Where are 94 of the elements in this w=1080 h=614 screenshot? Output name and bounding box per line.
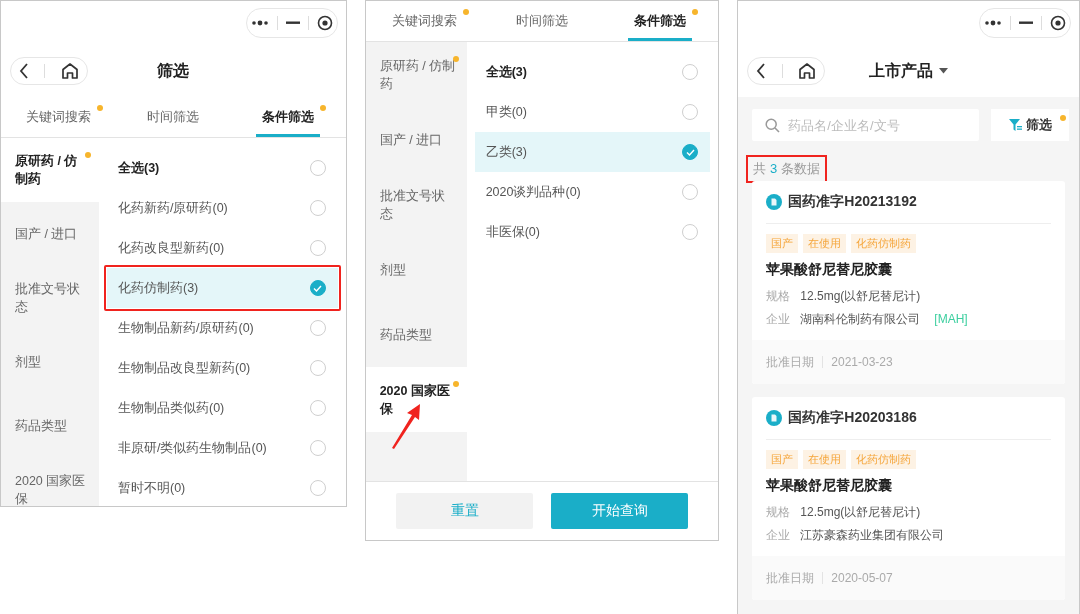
category-item[interactable]: 药品类型 (1, 394, 99, 458)
more-icon[interactable] (250, 20, 269, 26)
filter-tab[interactable]: 关键词搜索 (385, 1, 463, 41)
mah-label: [MAH] (934, 311, 968, 328)
option-label: 非医保(0) (485, 223, 540, 241)
search-field[interactable]: 药品名/企业名/文号 (752, 109, 979, 141)
option-label: 全选(3) (118, 159, 160, 177)
document-icon (766, 410, 783, 426)
spec-value: 江苏豪森药业集团有限公司 (800, 527, 945, 544)
search-icon (765, 118, 781, 133)
tag: 国产 (766, 234, 799, 253)
minimize-icon[interactable] (285, 21, 300, 25)
approval-date: 2021-03-23 (831, 355, 893, 369)
drug-name: 苹果酸舒尼替尼胶囊 (765, 260, 894, 279)
option-label: 乙类(3) (485, 143, 527, 161)
tag: 在使用 (803, 234, 847, 253)
category-item[interactable]: 国产 / 进口 (1, 202, 99, 266)
radio-button[interactable] (682, 144, 699, 160)
date-label: 批准日期 (766, 353, 815, 371)
spec-label: 规格 (766, 288, 791, 305)
option-label: 生物制品新药/原研药(0) (118, 319, 254, 337)
option-row[interactable]: 全选(3) (474, 52, 711, 92)
page-title: 筛选 (157, 60, 190, 81)
filter-button[interactable]: 筛选 (991, 109, 1069, 141)
option-row[interactable]: 化药仿制药(3) (107, 268, 338, 308)
option-row[interactable]: 化药新药/原研药(0) (107, 188, 338, 228)
dropdown-caret-icon[interactable] (939, 68, 949, 74)
minimize-icon[interactable] (1019, 21, 1033, 25)
product-card[interactable]: 国药准字H20203186 国产 在使用 化药仿制药 苹果酸舒尼替尼胶囊 规格 12.5mg(以舒尼替尼计) 企业 江苏豪森药业集团有限公司 批准日期 2020-05-07 (752, 397, 1065, 600)
option-label: 化药仿制药(3) (118, 279, 199, 297)
category-item[interactable]: 原研药 / 仿制药 (365, 42, 467, 107)
filter-icon (1008, 118, 1022, 132)
spec-value: 12.5mg(以舒尼替尼计) (800, 504, 921, 521)
page-title: 上市产品 (869, 60, 934, 81)
drug-name: 苹果酸舒尼替尼胶囊 (765, 476, 894, 495)
back-icon[interactable] (18, 63, 29, 79)
tag: 国产 (766, 450, 799, 469)
category-item[interactable]: 2020 国家医保 (365, 367, 467, 432)
option-row[interactable]: 化药改良型新药(0) (107, 228, 338, 268)
option-row[interactable]: 生物制品改良型新药(0) (107, 348, 338, 388)
option-label: 生物制品类似药(0) (118, 399, 225, 417)
more-icon[interactable] (984, 20, 1002, 26)
option-label: 全选(3) (485, 63, 527, 81)
tag: 在使用 (803, 450, 847, 469)
approval-number: 国药准字H20203186 (788, 409, 917, 427)
category-item[interactable]: 批准文号状态 (365, 172, 467, 237)
option-label: 化药改良型新药(0) (118, 239, 225, 257)
close-icon[interactable] (1050, 15, 1066, 31)
spec-value: 湖南科伦制药有限公司 (800, 311, 921, 328)
option-label: 非原研/类似药生物制品(0) (118, 439, 267, 457)
spec-label: 企业 (766, 527, 791, 544)
option-row[interactable]: 暂时不明(0) (107, 468, 338, 506)
option-row[interactable]: 甲类(0) (474, 92, 711, 132)
option-label: 甲类(0) (485, 103, 527, 121)
filter-tab[interactable]: 条件筛选 (256, 97, 321, 137)
tag: 化药仿制药 (851, 450, 917, 469)
option-row[interactable]: 生物制品类似药(0) (107, 388, 338, 428)
category-item[interactable]: 2020 国家医保 (1, 458, 99, 506)
document-icon (766, 194, 783, 210)
product-card[interactable]: 国药准字H20213192 国产 在使用 化药仿制药 苹果酸舒尼替尼胶囊 规格 12.5mg(以舒尼替尼计) 企业 湖南科伦制药有限公司 [MAH] 批准日期 2021-03-23 (752, 181, 1065, 384)
option-row[interactable]: 非医保(0) (474, 212, 711, 252)
filter-tab[interactable]: 时间筛选 (510, 1, 574, 41)
check-icon (313, 284, 323, 292)
filter-tab[interactable]: 时间筛选 (141, 97, 206, 137)
option-row[interactable]: 乙类(3) (474, 132, 711, 172)
option-label: 暂时不明(0) (118, 479, 186, 497)
category-item[interactable]: 药品类型 (365, 302, 467, 367)
radio-button[interactable] (309, 280, 326, 296)
tag: 化药仿制药 (851, 234, 917, 253)
approval-date: 2020-05-07 (831, 571, 893, 585)
option-label: 生物制品改良型新药(0) (118, 359, 251, 377)
option-row[interactable]: 生物制品新药/原研药(0) (107, 308, 338, 348)
option-row[interactable]: 非原研/类似药生物制品(0) (107, 428, 338, 468)
close-icon[interactable] (316, 15, 333, 31)
category-item[interactable]: 剂型 (1, 330, 99, 394)
filter-tab[interactable]: 条件筛选 (627, 1, 692, 41)
home-icon[interactable] (61, 62, 80, 80)
back-icon[interactable] (756, 63, 767, 79)
spec-label: 规格 (766, 504, 791, 521)
spec-value: 12.5mg(以舒尼替尼计) (800, 288, 921, 305)
date-label: 批准日期 (766, 569, 815, 587)
spec-label: 企业 (766, 311, 791, 328)
category-item[interactable]: 剂型 (365, 237, 467, 302)
option-row[interactable]: 2020谈判品种(0) (474, 172, 711, 212)
option-label: 化药新药/原研药(0) (118, 199, 228, 217)
home-icon[interactable] (798, 62, 817, 80)
option-label: 2020谈判品种(0) (485, 183, 581, 201)
category-item[interactable]: 国产 / 进口 (365, 107, 467, 172)
category-item[interactable]: 原研药 / 仿制药 (1, 138, 99, 202)
filter-tab[interactable]: 关键词搜索 (19, 97, 97, 137)
check-icon (685, 148, 695, 156)
category-item[interactable]: 批准文号状态 (1, 266, 99, 330)
option-row[interactable]: 全选(3) (107, 148, 338, 188)
approval-number: 国药准字H20213192 (788, 193, 917, 211)
